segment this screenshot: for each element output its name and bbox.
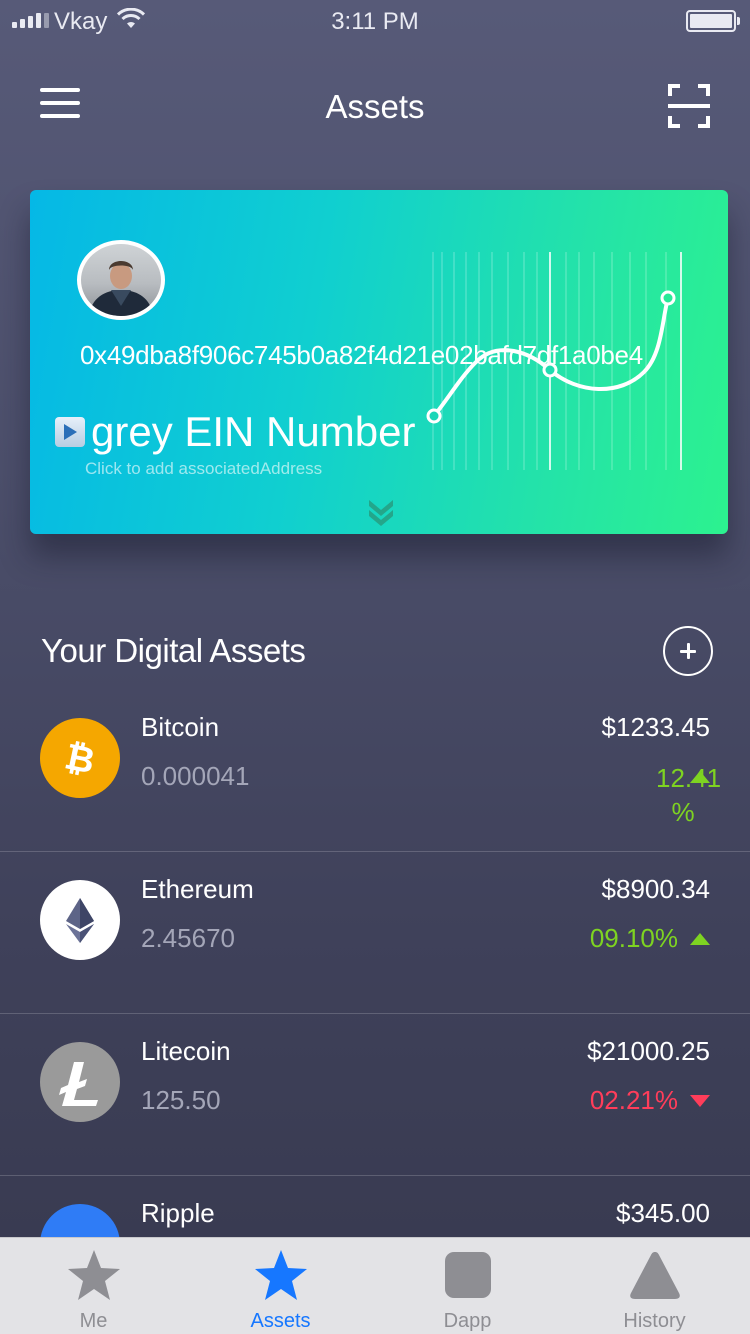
asset-change: 09.10% — [590, 923, 710, 954]
bitcoin-icon: ₿ — [40, 718, 120, 798]
star-icon — [67, 1250, 120, 1300]
status-time: 3:11 PM — [331, 8, 419, 35]
asset-name: Bitcoin — [141, 712, 220, 742]
user-photo — [89, 261, 153, 316]
wallet-address: 0x49dba8f906c745b0a82f4d21e02bafd7df1a0b… — [80, 340, 643, 370]
play-icon — [55, 417, 85, 447]
arrow-up-icon — [690, 932, 710, 945]
star-icon — [254, 1250, 307, 1300]
asset-amount: 0.000041 — [141, 761, 250, 791]
battery-icon — [686, 10, 740, 32]
arrow-down-icon — [690, 1094, 710, 1107]
svg-text:₿: ₿ — [61, 736, 98, 782]
asset-name: Litecoin — [141, 1036, 231, 1066]
litecoin-icon — [40, 1042, 120, 1122]
tab-dapp[interactable]: Dapp — [374, 1238, 561, 1334]
double-chevron-down-icon[interactable] — [366, 496, 396, 528]
plus-circle-icon[interactable] — [663, 626, 713, 676]
asset-row-litecoin[interactable]: Litecoin 125.50 $21000.25 02.21% — [0, 1014, 750, 1176]
arrow-up-icon — [690, 771, 710, 783]
identity-card[interactable]: 0x49dba8f906c745b0a82f4d21e02bafd7df1a0b… — [30, 190, 728, 534]
associated-address-hint[interactable]: Click to add associatedAddress — [85, 459, 322, 479]
asset-change-value: 02.21% — [589, 1085, 678, 1115]
rounded-square-icon — [444, 1252, 491, 1298]
asset-change-value: 09.10% — [589, 923, 678, 953]
tab-label: History — [623, 1310, 686, 1332]
tab-me[interactable]: Me — [0, 1238, 187, 1334]
status-bar: Vkay 3:11 PM — [0, 0, 750, 40]
tab-label: Dapp — [443, 1310, 492, 1332]
asset-price: $1233.45 — [601, 712, 710, 742]
asset-price: $345.00 — [616, 1198, 710, 1228]
asset-amount: 2.45670 — [141, 923, 235, 953]
tab-history[interactable]: History — [561, 1238, 748, 1334]
ethereum-icon — [40, 880, 120, 960]
asset-change: 12.41 % — [630, 761, 721, 829]
section-title: Your Digital Assets — [41, 632, 306, 669]
asset-change: 02.21% — [590, 1085, 710, 1116]
asset-name: Ripple — [141, 1198, 215, 1228]
tab-label: Assets — [250, 1310, 311, 1332]
ein-label: grey EIN Number — [91, 408, 416, 455]
asset-row-bitcoin[interactable]: ₿ Bitcoin 0.000041 $1233.45 12.41 % — [0, 690, 750, 852]
page-title: Assets — [325, 88, 425, 125]
tab-bar: Me Assets Dapp History — [0, 1237, 750, 1334]
ein-row[interactable]: grey EIN Number — [55, 408, 415, 456]
asset-amount: 125.50 — [141, 1085, 221, 1115]
asset-price: $8900.34 — [601, 874, 710, 904]
tab-label: Me — [79, 1310, 108, 1332]
tab-assets[interactable]: Assets — [187, 1238, 374, 1334]
scan-frame-icon[interactable] — [668, 84, 710, 128]
asset-row-ethereum[interactable]: Ethereum 2.45670 $8900.34 09.10% — [0, 852, 750, 1014]
asset-name: Ethereum — [141, 874, 254, 904]
avatar[interactable] — [77, 240, 165, 320]
asset-price: $21000.25 — [587, 1036, 710, 1066]
triangle-icon — [629, 1252, 680, 1299]
